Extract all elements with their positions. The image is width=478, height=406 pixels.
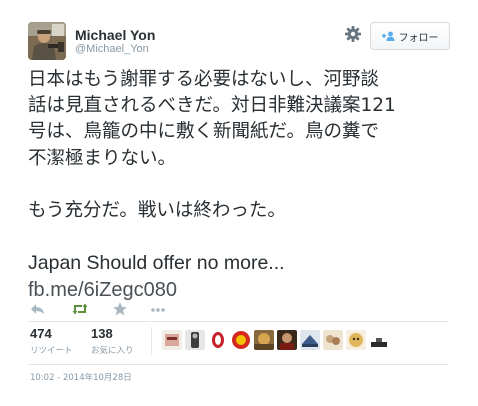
tweet-timestamp[interactable]: 10:02 - 2014年10月28日 <box>30 371 132 383</box>
divider <box>28 321 448 322</box>
favoriter-avatar[interactable] <box>208 330 228 350</box>
retweet-icon[interactable] <box>72 301 88 317</box>
favoriter-avatar[interactable] <box>277 330 297 350</box>
tweet-line: Japan Should offer no more... <box>28 252 285 275</box>
favoriter-avatar[interactable] <box>254 330 274 350</box>
tweet-card: Michael Yon @Michael_Yon フォロー 日本はもう謝罪する必… <box>0 0 478 406</box>
more-icon[interactable] <box>150 301 166 317</box>
tweet-line: 日本はもう謝罪する必要はないし、河野談 <box>28 69 379 90</box>
favorite-label: お気に入り <box>91 346 134 356</box>
favoriter-avatar[interactable] <box>231 330 251 350</box>
user-name[interactable]: Michael Yon <box>75 27 155 43</box>
favoriter-avatar[interactable] <box>369 330 389 350</box>
tweet-line: 不潔極まりない。 <box>28 147 177 169</box>
favoriter-avatar[interactable] <box>162 330 182 350</box>
follow-button[interactable]: フォロー <box>370 22 450 50</box>
favorite-icon[interactable] <box>112 301 128 317</box>
tweet-line: 号は、鳥籠の中に敷く新聞紙だ。鳥の糞で <box>28 121 379 143</box>
tweet-link[interactable]: fb.me/6iZegc080 <box>28 277 448 303</box>
stat-divider <box>151 327 152 355</box>
user-handle[interactable]: @Michael_Yon <box>75 43 149 55</box>
favorite-count: 138 <box>91 326 113 341</box>
divider <box>28 364 448 365</box>
retweet-count: 474 <box>30 326 52 341</box>
follow-button-label: フォロー <box>398 32 439 44</box>
retweet-label: リツイート <box>30 346 73 356</box>
tweet-line: もう充分だ。戦いは終わった。 <box>28 200 286 221</box>
tweet-line: 話は見直されるべきだ。対日非難決議案121 <box>28 95 396 117</box>
reply-icon[interactable] <box>30 301 46 317</box>
retweet-stat[interactable]: 474 リツイート <box>30 326 73 357</box>
gear-icon[interactable] <box>344 25 362 43</box>
favoriter-avatar[interactable] <box>323 330 343 350</box>
favorite-stat[interactable]: 138 お気に入り <box>91 326 134 357</box>
user-avatar[interactable] <box>28 22 66 60</box>
tweet-text: 日本はもう謝罪する必要はないし、河野談 話は見直されるべきだ。対日非難決議案12… <box>28 67 448 303</box>
favoriter-avatar[interactable] <box>346 330 366 350</box>
favoriter-avatar[interactable] <box>300 330 320 350</box>
add-user-icon <box>381 31 394 41</box>
favoriter-avatar[interactable] <box>185 330 205 350</box>
